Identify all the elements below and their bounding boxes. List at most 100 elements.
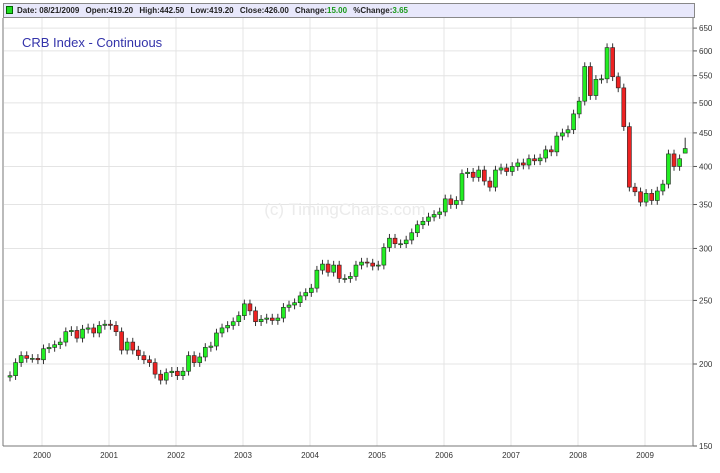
- candle: [571, 109, 576, 135]
- candle: [253, 306, 258, 327]
- candle-body: [571, 113, 576, 131]
- candle-body: [526, 158, 532, 166]
- candle: [381, 243, 387, 270]
- candle-body: [387, 237, 392, 248]
- candle-body: [476, 169, 482, 178]
- y-tick-label: 650: [699, 24, 713, 33]
- candle-body: [292, 302, 297, 306]
- candle: [487, 176, 493, 192]
- candle: [208, 341, 214, 352]
- candle-body: [532, 158, 537, 162]
- candle: [342, 274, 348, 283]
- candle-body: [52, 344, 57, 348]
- x-tick-label: 2003: [234, 451, 252, 460]
- candle-body: [599, 78, 604, 81]
- candle: [303, 288, 309, 301]
- y-tick-label: 150: [699, 442, 713, 451]
- candle-body: [113, 325, 119, 333]
- candle-body: [225, 325, 230, 329]
- candle: [186, 351, 191, 376]
- candle-body: [124, 341, 130, 351]
- candle: [158, 369, 163, 385]
- x-tick-label: 2000: [33, 451, 51, 460]
- candle-body: [448, 198, 454, 205]
- candle-body: [426, 216, 431, 222]
- candle: [85, 323, 91, 334]
- candle: [588, 62, 593, 100]
- candle-body: [437, 211, 442, 215]
- candle: [387, 233, 392, 252]
- candle-body: [63, 331, 69, 343]
- candle: [119, 327, 124, 355]
- candle-body: [666, 153, 671, 185]
- candle: [526, 154, 532, 170]
- candle: [582, 62, 588, 106]
- watermark: (c) TimingCharts.com: [264, 200, 426, 219]
- x-tick-label: 2006: [435, 451, 453, 460]
- candle: [403, 235, 409, 249]
- candle-body: [96, 325, 102, 334]
- candle-body: [615, 76, 621, 89]
- candle: [348, 272, 353, 283]
- candle: [454, 196, 459, 209]
- candle: [46, 343, 52, 354]
- candle: [364, 257, 370, 268]
- candle: [532, 154, 537, 166]
- y-tick-label: 500: [699, 99, 713, 108]
- candle-body: [85, 327, 91, 330]
- candle-body: [409, 232, 415, 241]
- candle-body: [649, 193, 655, 201]
- candle-body: [180, 370, 186, 376]
- y-tick-label: 300: [699, 244, 713, 253]
- y-tick-label: 250: [699, 296, 713, 305]
- chart-title: CRB Index - Continuous: [22, 35, 163, 50]
- candle-body: [191, 355, 197, 363]
- candle: [359, 257, 364, 270]
- candle: [331, 260, 336, 277]
- candle: [353, 260, 359, 281]
- candle-body: [560, 132, 565, 137]
- candle-body: [141, 355, 147, 361]
- candle: [191, 351, 197, 367]
- candle: [57, 337, 63, 350]
- candle-body: [275, 317, 281, 321]
- candle: [660, 179, 666, 196]
- candle-body: [442, 198, 448, 213]
- candle-body: [660, 183, 666, 192]
- candle-body: [364, 261, 370, 264]
- candle-body: [197, 356, 203, 363]
- candle: [437, 207, 442, 219]
- candle-body: [493, 169, 498, 188]
- candle-body: [57, 341, 63, 346]
- candle-body: [359, 261, 364, 266]
- candle-body: [465, 171, 470, 174]
- candle-body: [303, 292, 309, 297]
- candle-body: [336, 264, 342, 279]
- candle: [169, 366, 175, 377]
- candle: [269, 313, 275, 325]
- candle: [247, 299, 253, 316]
- candle-body: [13, 362, 18, 376]
- chart-container: Date: 08/21/2009 Open:419.20 High:442.50…: [0, 0, 720, 473]
- candle-body: [638, 191, 643, 203]
- y-tick-label: 200: [699, 360, 713, 369]
- candle: [370, 258, 376, 271]
- candle-body: [588, 66, 593, 96]
- candle-body: [398, 243, 403, 246]
- candlestick-chart: (c) TimingCharts.com CRB Index - Continu…: [2, 18, 713, 460]
- candle-body: [593, 79, 599, 96]
- candle-body: [30, 358, 35, 360]
- y-tick-label: 350: [699, 201, 713, 210]
- candle-body: [576, 100, 582, 115]
- candle-body: [610, 47, 615, 78]
- candle-body: [253, 310, 258, 323]
- candle: [415, 220, 420, 238]
- candle-body: [247, 303, 253, 312]
- candle: [431, 210, 437, 222]
- candle-body: [348, 276, 353, 279]
- x-tick-label: 2004: [301, 451, 319, 460]
- candle-body: [381, 247, 387, 266]
- candle-body: [582, 66, 588, 102]
- candle: [392, 233, 398, 249]
- candle-body: [515, 162, 521, 167]
